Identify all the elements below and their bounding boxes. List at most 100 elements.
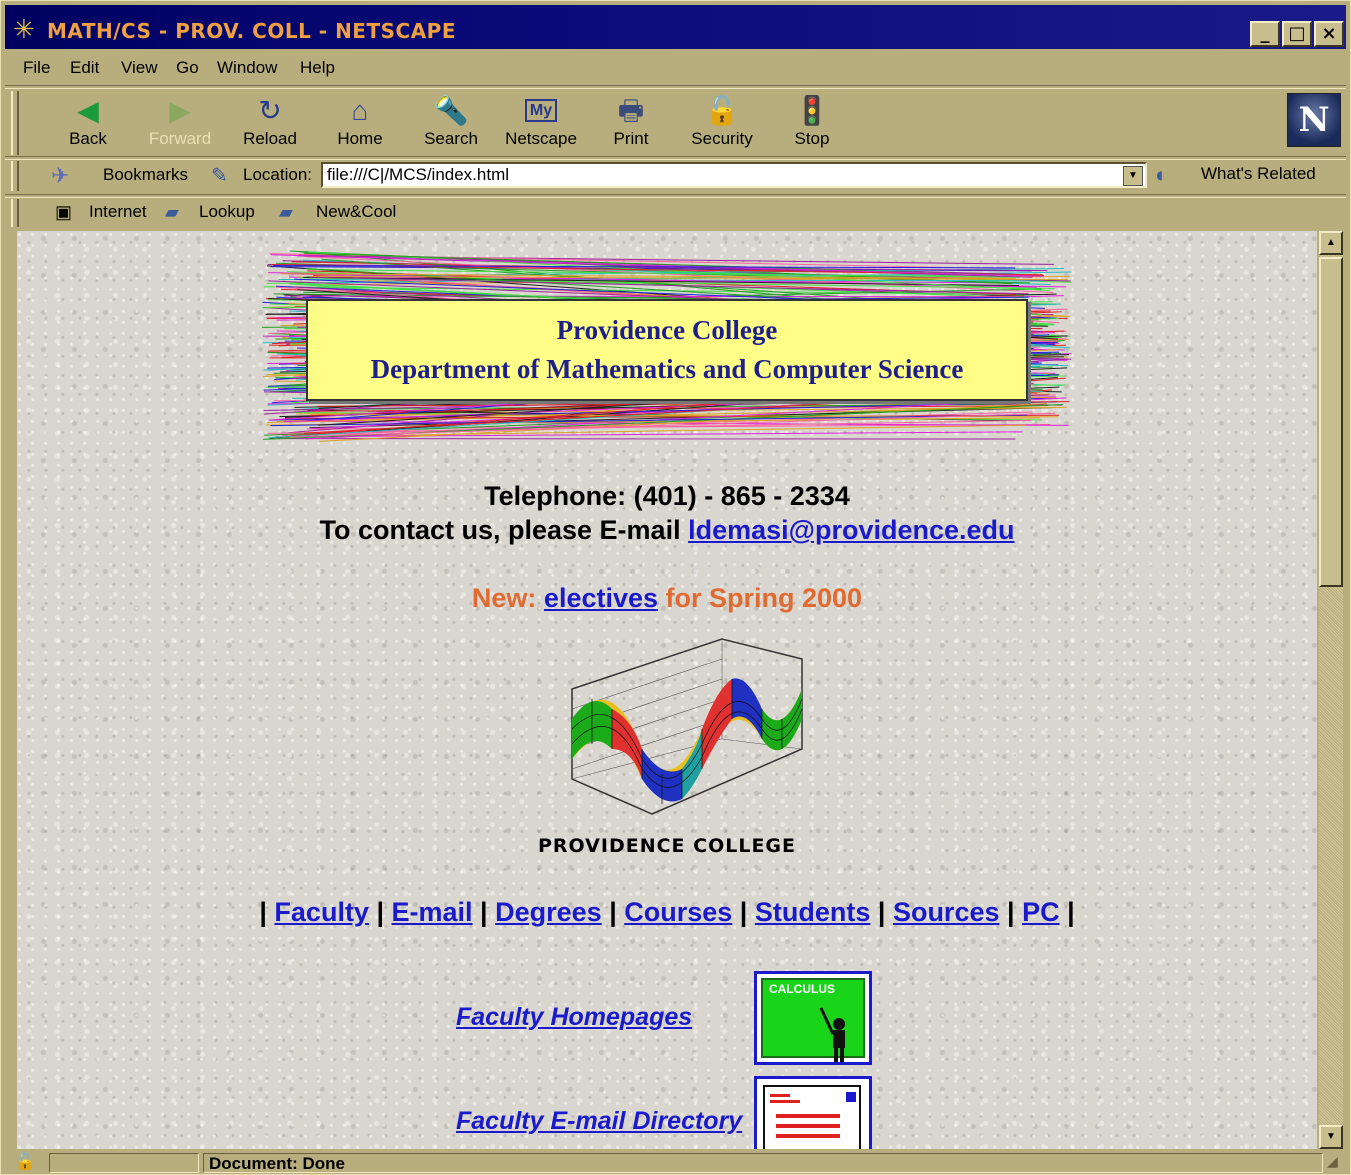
url-input[interactable]: file:///C|/MCS/index.html ▼	[321, 162, 1147, 188]
menu-help[interactable]: Help	[300, 58, 335, 78]
netscape-logo[interactable]: N	[1287, 93, 1341, 147]
location-icon[interactable]: ✎	[211, 163, 228, 188]
whats-related-icon[interactable]: ◐	[1155, 162, 1168, 188]
nav-separator: |	[1059, 897, 1075, 927]
forward-button[interactable]: ▶ Forward	[139, 93, 221, 155]
nav-link-pc[interactable]: PC	[1022, 897, 1060, 927]
nav-separator: |	[259, 897, 275, 927]
toolbar-divider	[5, 85, 1346, 89]
personal-toolbar: ▣ Internet ▰ Lookup ▰ New&Cool	[5, 197, 1346, 229]
internet-bookmark-icon[interactable]: ▣	[55, 202, 72, 223]
back-label: Back	[69, 129, 107, 148]
section-nav-links: | Faculty | E-mail | Degrees | Courses |…	[17, 897, 1317, 928]
contact-email-link[interactable]: ldemasi@providence.edu	[688, 515, 1014, 545]
scroll-up-button[interactable]: ▲	[1319, 231, 1343, 255]
nav-separator: |	[472, 897, 496, 927]
electives-link[interactable]: electives	[544, 583, 658, 613]
url-dropdown-button[interactable]: ▼	[1123, 166, 1143, 186]
nav-toolbar-grip[interactable]	[11, 91, 19, 155]
search-button[interactable]: 🔦 Search	[410, 93, 492, 155]
scroll-down-button[interactable]: ▼	[1319, 1125, 1343, 1149]
reload-label: Reload	[243, 129, 297, 148]
vertical-scrollbar[interactable]: ▲ ▼	[1319, 231, 1343, 1149]
newcool-folder-icon[interactable]: ▰	[279, 202, 293, 223]
math-surface-logo	[571, 638, 803, 815]
menu-go[interactable]: Go	[176, 58, 199, 78]
stop-label: Stop	[794, 129, 830, 148]
calculus-board-label: CALCULUS	[769, 982, 835, 996]
nav-link-students[interactable]: Students	[755, 897, 871, 927]
faculty-homepages-link[interactable]: Faculty Homepages	[456, 1003, 692, 1032]
home-button[interactable]: ⌂ Home	[319, 93, 401, 155]
bookmarks-button[interactable]: Bookmarks	[103, 165, 188, 185]
nav-link-email[interactable]: E-mail	[392, 897, 473, 927]
envelope-image-link[interactable]	[754, 1076, 872, 1149]
nav-link-courses[interactable]: Courses	[624, 897, 732, 927]
title-bar[interactable]: ✳ MATH/CS - PROV. COLL - NETSCAPE _ □ ×	[5, 5, 1346, 49]
status-text: Document: Done	[209, 1154, 345, 1173]
personal-item-lookup[interactable]: Lookup	[199, 202, 255, 222]
search-icon: 🔦	[433, 95, 469, 126]
contact-line: To contact us, please E-mail ldemasi@pro…	[17, 515, 1317, 546]
netscape-label: Netscape	[505, 129, 577, 148]
forward-arrow-icon: ▶	[169, 95, 191, 126]
status-text-cell	[203, 1153, 1323, 1173]
new-suffix: for Spring 2000	[658, 583, 863, 613]
browser-window: ✳ MATH/CS - PROV. COLL - NETSCAPE _ □ × …	[0, 0, 1351, 1175]
my-netscape-icon: My	[500, 93, 582, 129]
personal-item-internet[interactable]: Internet	[89, 202, 147, 222]
telephone-text: Telephone: (401) - 865 - 2334	[484, 481, 850, 511]
scroll-thumb[interactable]	[1319, 257, 1343, 587]
teacher-silhouette-icon	[819, 1007, 845, 1062]
security-lock-icon[interactable]: 🔓	[15, 1152, 35, 1172]
nav-separator: |	[601, 897, 625, 927]
security-label: Security	[691, 129, 753, 148]
search-label: Search	[424, 129, 478, 148]
home-icon: ⌂	[351, 95, 369, 126]
location-toolbar: ✈ Bookmarks ✎ Location: file:///C|/MCS/i…	[5, 159, 1346, 193]
page-content[interactable]: Providence College Department of Mathema…	[17, 231, 1317, 1149]
calculus-board-image-link[interactable]: CALCULUS	[754, 971, 872, 1065]
contact-prefix: To contact us, please E-mail	[319, 515, 689, 545]
personal-item-newcool[interactable]: New&Cool	[316, 202, 396, 222]
banner-college-name: Providence College	[556, 315, 778, 345]
menu-bar: File Edit View Go Window Help	[5, 53, 1346, 83]
logo-caption: PROVIDENCE COLLEGE	[537, 835, 797, 857]
home-label: Home	[337, 129, 383, 148]
resize-grip-icon[interactable]: ◢	[1327, 1153, 1338, 1170]
nav-separator: |	[870, 897, 893, 927]
envelope-icon	[763, 1085, 861, 1149]
url-text: file:///C|/MCS/index.html	[327, 165, 510, 184]
printer-icon: 🖶	[617, 95, 645, 126]
forward-label: Forward	[148, 129, 212, 148]
minimize-button[interactable]: _	[1250, 21, 1280, 47]
close-button[interactable]: ×	[1314, 21, 1344, 47]
netscape-button[interactable]: My Netscape	[500, 93, 582, 155]
security-button[interactable]: 🔓 Security	[681, 93, 763, 155]
whats-related-button[interactable]: What's Related	[1201, 164, 1316, 184]
menu-file[interactable]: File	[23, 58, 50, 78]
menu-window[interactable]: Window	[217, 58, 277, 78]
reload-icon: ↻	[258, 95, 282, 126]
netscape-app-icon[interactable]: ✳	[13, 16, 35, 42]
nav-link-faculty[interactable]: Faculty	[274, 897, 369, 927]
reload-button[interactable]: ↻ Reload	[229, 93, 311, 155]
banner-department-name: Department of Mathematics and Computer S…	[370, 354, 964, 384]
bookmarks-icon[interactable]: ✈	[51, 163, 69, 189]
traffic-light-icon: 🚦	[794, 95, 830, 126]
print-button[interactable]: 🖶 Print	[590, 93, 672, 155]
nav-link-sources[interactable]: Sources	[893, 897, 1000, 927]
window-title: MATH/CS - PROV. COLL - NETSCAPE	[47, 19, 456, 43]
nav-link-degrees[interactable]: Degrees	[495, 897, 602, 927]
maximize-button[interactable]: □	[1282, 21, 1312, 47]
stop-button[interactable]: 🚦 Stop	[771, 93, 853, 155]
faculty-email-directory-link[interactable]: Faculty E-mail Directory	[456, 1107, 742, 1136]
menu-edit[interactable]: Edit	[70, 58, 99, 78]
new-electives-line: New: electives for Spring 2000	[17, 583, 1317, 614]
menu-view[interactable]: View	[121, 58, 158, 78]
status-bar: 🔓 Document: Done ◢	[5, 1151, 1346, 1175]
lookup-folder-icon[interactable]: ▰	[165, 202, 179, 223]
back-button[interactable]: ◀ Back	[47, 93, 129, 155]
padlock-icon: 🔓	[704, 95, 740, 126]
status-progress-cell	[49, 1153, 199, 1173]
